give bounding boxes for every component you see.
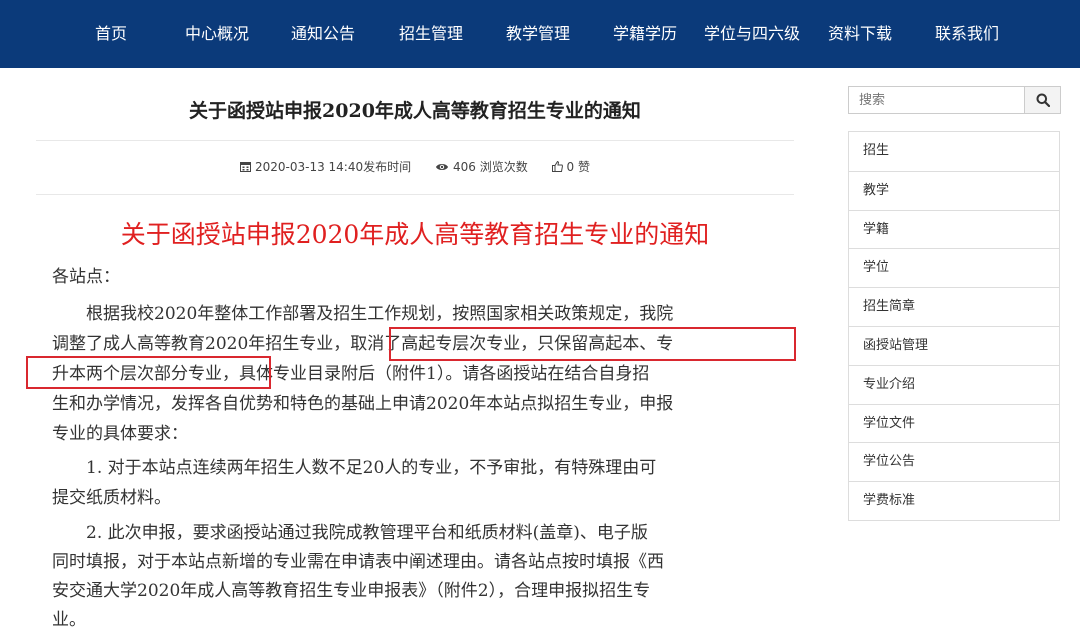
body-line-11: 安交通大学2020年成人高等教育招生专业申报表》（附件2），合理申报拟招生专 [52,581,651,601]
nav-item-degree[interactable]: 学位与四六级 [704,0,800,68]
body-line-8: 提交纸质材料。 [52,488,171,508]
top-nav-bar: 首页 中心概况 通知公告 招生管理 教学管理 学籍学历 学位与四六级 资料下载 … [0,0,1080,68]
highlight-box-upper [389,327,796,361]
article-title: 关于函授站申报2020年成人高等教育招生专业的通知 [189,100,641,122]
nav-item-notices[interactable]: 通知公告 [291,0,355,68]
body-line-10: 同时填报，对于本站点新增的专业需在申请表中阐述理由。请各站点按时填报《西 [52,552,664,572]
like-count: 0 [566,160,575,174]
highlight-box-lower [26,356,271,389]
sidebar-item-tuition[interactable]: 学费标准 [849,481,1059,520]
calendar-icon [239,162,251,172]
notice-heading: 关于函授站申报2020年成人高等教育招生专业的通知 [120,220,710,249]
body-line-1: 各站点： [52,267,120,287]
sidebar-item-majors[interactable]: 专业介绍 [849,364,1059,404]
body-line-2: 根据我校2020年整体工作部署及招生工作规划，按照国家相关政策规定，我院 [52,304,674,324]
nav-item-teaching[interactable]: 教学管理 [506,0,570,68]
thumbs-up-icon[interactable] [551,160,563,172]
meta-divider [36,194,794,195]
sidebar-item-degree-docs[interactable]: 学位文件 [849,403,1059,443]
nav-item-home[interactable]: 首页 [95,0,127,68]
eye-icon [435,164,448,170]
sidebar-item-status[interactable]: 学籍 [849,209,1059,249]
search-input[interactable] [848,86,1024,114]
body-line-5: 生和办学情况，发挥各自优势和特色的基础上申请2020年本站点拟招生专业，申报 [52,394,674,414]
nav-item-contact[interactable]: 联系我们 [935,0,999,68]
nav-item-admissions[interactable]: 招生管理 [399,0,463,68]
publish-info: 2020-03-13 14:40发布时间 [239,160,415,174]
publish-date: 2020-03-13 14:40 [254,160,364,174]
nav-item-center[interactable]: 中心概况 [185,0,249,68]
sidebar-menu: 招生 教学 学籍 学位 招生简章 函授站管理 专业介绍 学位文件 学位公告 学费… [848,131,1060,521]
view-info: 406 浏览次数 [435,160,532,174]
view-count: 406 [452,160,476,174]
like-label: 赞 [578,160,591,174]
sidebar-item-degree[interactable]: 学位 [849,248,1059,287]
search-button[interactable] [1024,86,1061,114]
body-line-12: 业。 [52,610,86,630]
article-meta: 2020-03-13 14:40发布时间 406 浏览次数 0 赞 [0,158,830,175]
sidebar-item-prospectus[interactable]: 招生简章 [849,287,1059,326]
title-divider [36,140,794,141]
sidebar-item-station-mgmt[interactable]: 函授站管理 [849,325,1059,365]
body-line-9: 2. 此次申报，要求函授站通过我院成教管理平台和纸质材料(盖章)、电子版 [52,523,648,543]
sidebar-item-teaching[interactable]: 教学 [849,170,1059,210]
publish-date-label: 发布时间 [363,160,412,174]
body-line-7: 1. 对于本站点连续两年招生人数不足20人的专业，不予审批，有特殊理由可 [52,458,657,478]
sidebar-item-degree-notices[interactable]: 学位公告 [849,442,1059,481]
view-count-label: 浏览次数 [479,160,528,174]
body-line-6: 专业的具体要求： [52,424,188,444]
nav-item-downloads[interactable]: 资料下载 [828,0,892,68]
nav-item-status[interactable]: 学籍学历 [613,0,677,68]
search-icon[interactable] [1036,93,1050,107]
like-info[interactable]: 0 赞 [551,160,591,174]
sidebar-item-admissions[interactable]: 招生 [849,132,1059,171]
